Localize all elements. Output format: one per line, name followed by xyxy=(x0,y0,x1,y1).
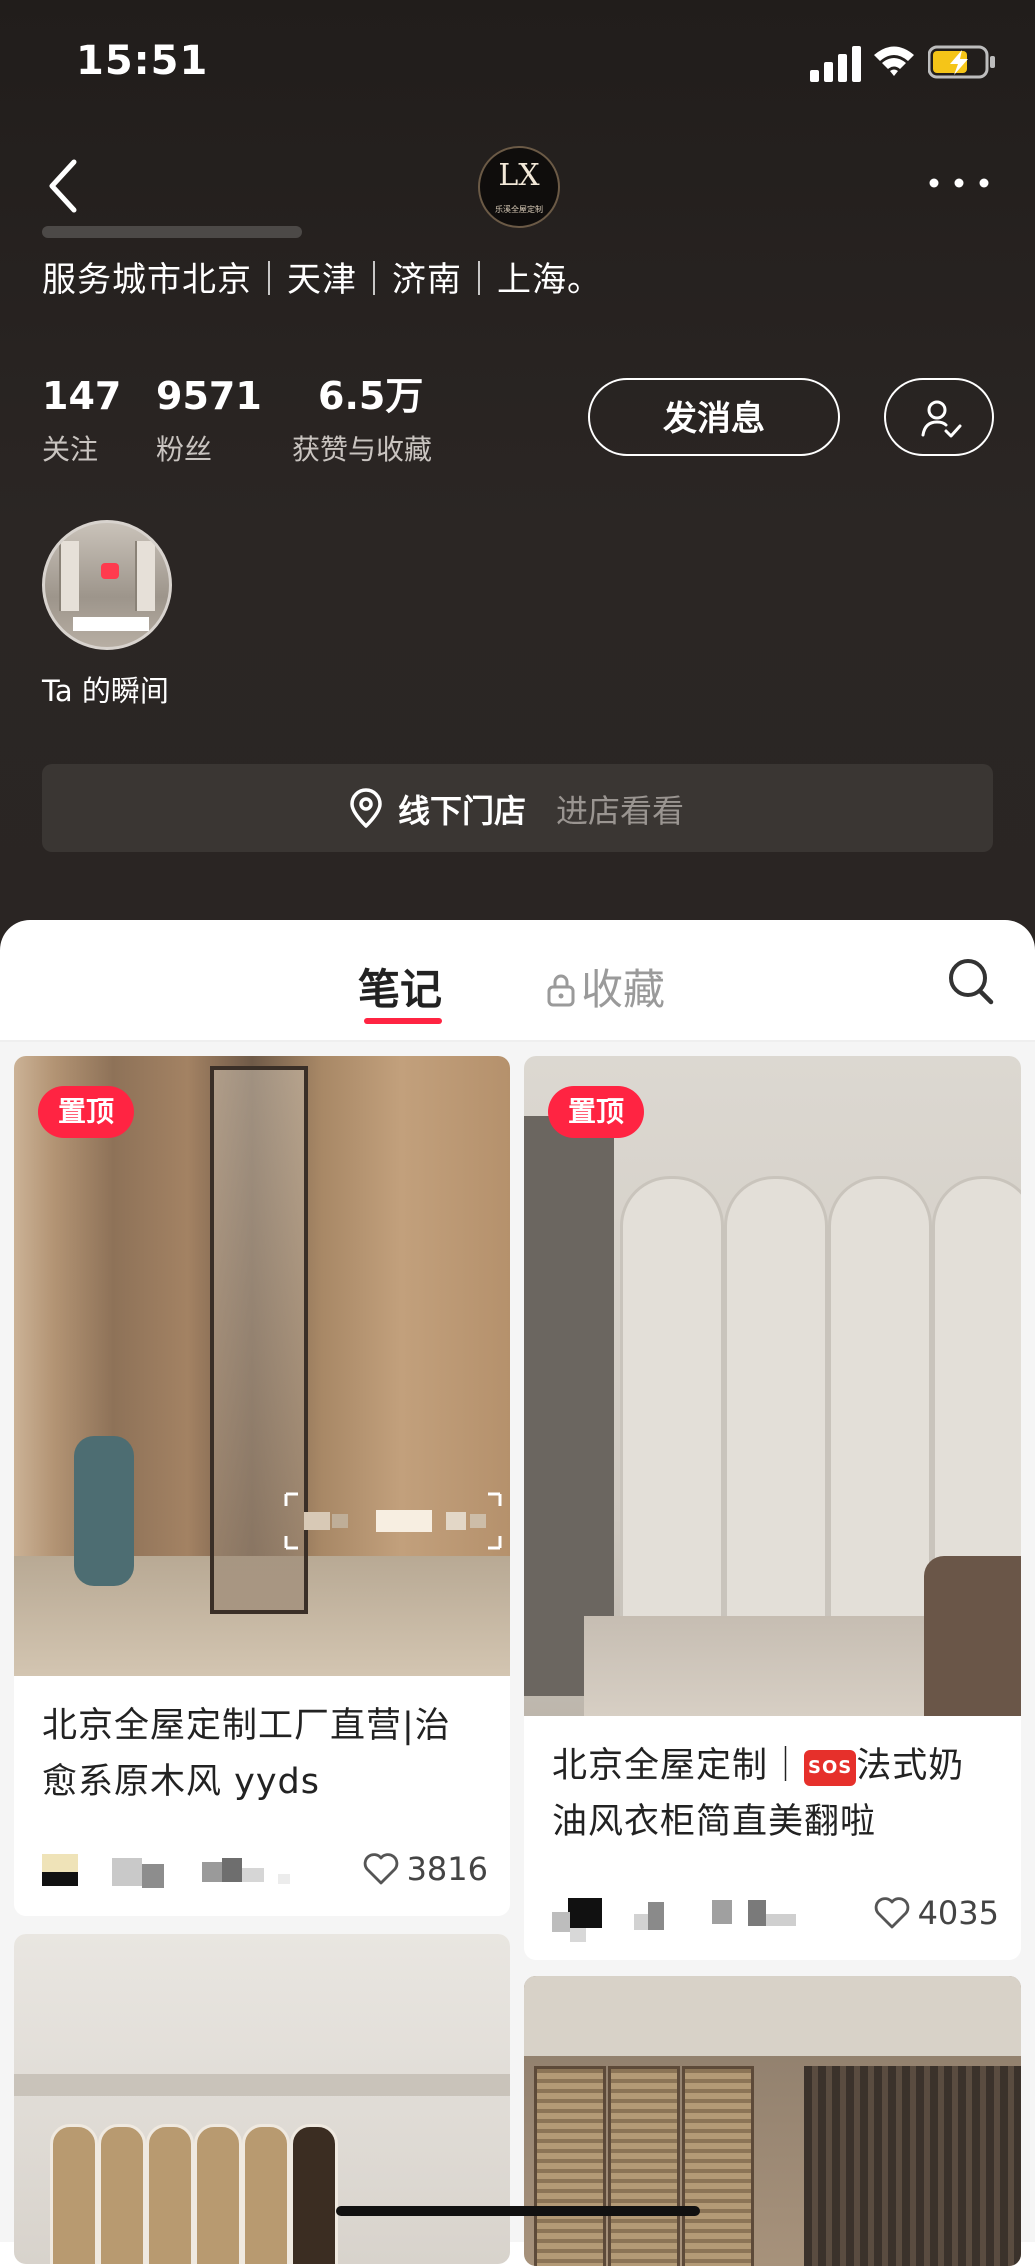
like-count[interactable]: 3816 xyxy=(363,1850,488,1888)
send-message-button[interactable]: 发消息 xyxy=(588,378,840,456)
stat-followers-label: 粉丝 xyxy=(156,433,213,466)
store-label: 线下门店 xyxy=(398,792,527,830)
more-options-icon[interactable] xyxy=(926,168,992,198)
like-count-value: 4035 xyxy=(917,1894,999,1932)
moment-thumbnail[interactable] xyxy=(42,520,172,650)
note-cover-image xyxy=(524,1056,1021,1716)
stat-followers-value: 9571 xyxy=(156,374,262,418)
stat-likes-collects[interactable]: 6.5万 获赞与收藏 xyxy=(292,370,432,468)
like-count-value: 3816 xyxy=(406,1850,488,1888)
status-time: 15:51 xyxy=(76,38,209,84)
stat-following[interactable]: 147 关注 xyxy=(42,370,121,468)
stat-following-value: 147 xyxy=(42,374,122,418)
search-icon[interactable] xyxy=(946,956,996,1008)
note-title-prefix: 北京全屋定制｜ xyxy=(552,1746,805,1786)
logo-caption: 乐溪全屋定制 xyxy=(495,205,543,214)
image-watermark-blur xyxy=(284,1492,502,1550)
active-tab-indicator xyxy=(364,1018,442,1024)
home-indicator[interactable] xyxy=(336,2206,700,2216)
tab-collections-label: 收藏 xyxy=(581,965,666,1014)
like-count[interactable]: 4035 xyxy=(874,1894,999,1932)
brand-logo[interactable]: LX 乐溪全屋定制 xyxy=(478,146,560,228)
note-card[interactable]: 置顶 北京全屋定制工厂直营|治愈系原木风 yyds 3816 xyxy=(14,1056,510,1916)
sos-emoji-icon: SOS xyxy=(804,1750,857,1786)
stat-likes-value: 6.5万 xyxy=(318,374,424,418)
heart-sticker-icon xyxy=(101,563,119,579)
moment-label: Ta 的瞬间 xyxy=(42,674,169,708)
bio-faded-line xyxy=(42,226,302,238)
note-cover-image xyxy=(14,1056,510,1676)
back-icon[interactable] xyxy=(44,158,84,214)
status-bar: 15:51 xyxy=(0,0,1035,110)
store-action: 进店看看 xyxy=(556,792,685,830)
note-title: 北京全屋定制工厂直营|治愈系原木风 yyds xyxy=(42,1706,451,1802)
tab-collections[interactable]: 收藏 xyxy=(545,956,665,1017)
battery-icon xyxy=(928,45,995,79)
pinned-badge: 置顶 xyxy=(548,1086,644,1138)
note-card[interactable]: 置顶 北京全屋定制｜ SOS 法式奶油风衣柜简直美翻啦 4035 xyxy=(524,1056,1021,1960)
stat-followers[interactable]: 9571 粉丝 xyxy=(156,370,262,468)
lock-icon xyxy=(547,974,575,1007)
note-card[interactable] xyxy=(524,1976,1021,2266)
follow-button[interactable] xyxy=(884,378,994,456)
moment-caption-strip xyxy=(73,617,149,631)
wifi-icon xyxy=(874,46,914,76)
stat-following-label: 关注 xyxy=(42,433,99,466)
heart-outline-icon xyxy=(363,1853,398,1885)
notes-feed: 置顶 北京全屋定制工厂直营|治愈系原木风 yyds 3816 置顶 北京全屋定制… xyxy=(0,1042,1035,2266)
signal-icon xyxy=(810,46,861,82)
location-pin-icon xyxy=(350,788,382,828)
profile-header: 15:51 LX 乐溪全屋定制 服务城市北京｜天津｜济南｜上海。 147 关注 … xyxy=(0,0,1035,960)
offline-store-banner[interactable]: 线下门店 进店看看 xyxy=(42,764,993,852)
user-check-icon xyxy=(921,400,962,438)
logo-monogram: LX xyxy=(498,158,540,193)
bio-text: 服务城市北京｜天津｜济南｜上海。 xyxy=(42,260,602,300)
note-cover-image xyxy=(524,1976,1021,2266)
stat-likes-label: 获赞与收藏 xyxy=(292,433,433,466)
note-title: 北京全屋定制｜ SOS 法式奶油风衣柜简直美翻啦 xyxy=(552,1738,992,1850)
tab-notes[interactable]: 笔记 xyxy=(358,956,442,1017)
heart-outline-icon xyxy=(874,1897,909,1929)
pinned-badge: 置顶 xyxy=(38,1086,134,1138)
